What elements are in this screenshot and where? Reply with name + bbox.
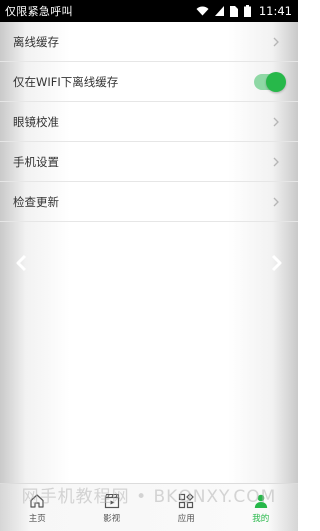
setting-label: 离线缓存 xyxy=(13,34,59,49)
settings-page: 离线缓存 仅在WIFI下离线缓存 眼镜校准 手机设置 检查更新 xyxy=(0,22,298,483)
chevron-right-icon xyxy=(273,197,279,206)
tab-mine[interactable]: 我的 xyxy=(224,484,299,531)
chevron-right-icon xyxy=(273,117,279,126)
battery-icon xyxy=(243,5,251,17)
clock-time: 11:41 xyxy=(258,4,292,18)
setting-label: 手机设置 xyxy=(13,154,59,169)
setting-offline-cache[interactable]: 离线缓存 xyxy=(0,22,298,62)
sim-icon xyxy=(229,5,238,17)
toggle-knob xyxy=(266,71,286,92)
person-icon xyxy=(254,494,267,508)
carrier-text: 仅限紧急呼叫 xyxy=(5,5,73,18)
setting-label: 仅在WIFI下离线缓存 xyxy=(13,74,119,89)
clapperboard-icon xyxy=(104,493,119,509)
wifi-only-toggle[interactable] xyxy=(254,71,286,92)
setting-label: 检查更新 xyxy=(13,194,59,209)
chevron-left-icon[interactable] xyxy=(15,254,29,272)
chevron-right-icon[interactable] xyxy=(269,254,283,272)
tab-home[interactable]: 主页 xyxy=(0,484,75,531)
tab-apps[interactable]: 应用 xyxy=(149,484,224,531)
tab-label: 我的 xyxy=(252,514,270,524)
chevron-right-icon xyxy=(273,157,279,166)
setting-check-update[interactable]: 检查更新 xyxy=(0,182,298,222)
settings-list: 离线缓存 仅在WIFI下离线缓存 眼镜校准 手机设置 检查更新 xyxy=(0,22,298,222)
setting-glasses-calibration[interactable]: 眼镜校准 xyxy=(0,102,298,142)
status-bar: 仅限紧急呼叫 11:41 xyxy=(0,0,298,22)
tab-label: 主页 xyxy=(28,514,46,524)
apps-icon xyxy=(179,493,195,509)
status-icons: 11:41 xyxy=(196,4,292,18)
setting-phone-settings[interactable]: 手机设置 xyxy=(0,142,298,182)
tab-label: 应用 xyxy=(177,514,195,524)
wifi-icon xyxy=(196,6,209,16)
bottom-tab-bar: 主页 影视 应用 我的 xyxy=(0,483,298,531)
setting-wifi-only-cache: 仅在WIFI下离线缓存 xyxy=(0,62,298,102)
setting-label: 眼镜校准 xyxy=(13,114,59,129)
tab-video[interactable]: 影视 xyxy=(75,484,150,531)
home-icon xyxy=(30,494,44,508)
chevron-right-icon xyxy=(273,37,279,46)
tab-label: 影视 xyxy=(103,514,121,524)
signal-icon xyxy=(214,6,224,16)
